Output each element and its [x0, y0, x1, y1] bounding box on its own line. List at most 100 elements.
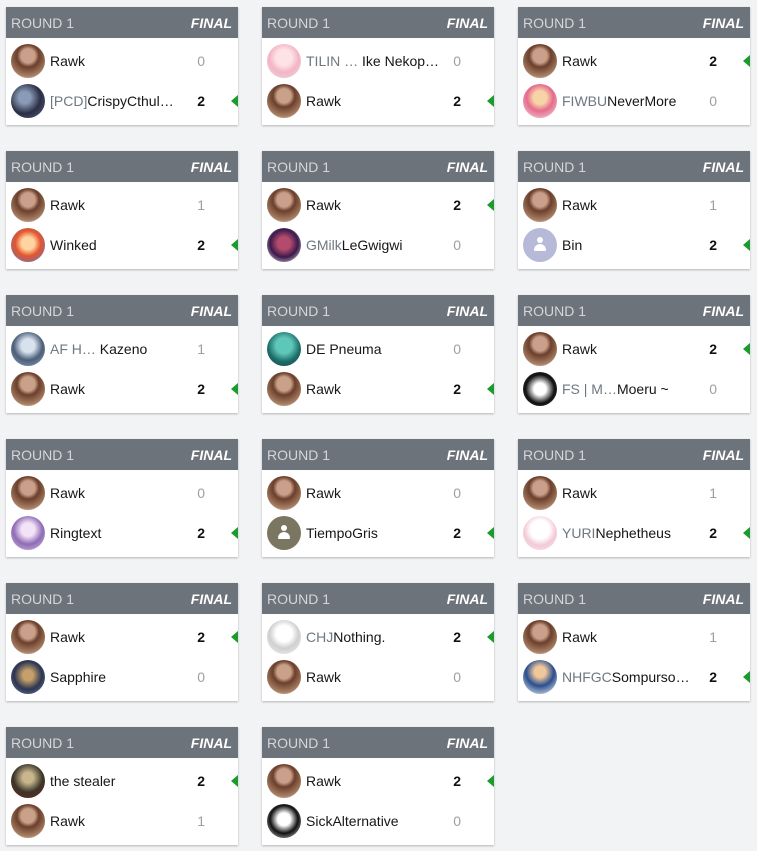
player-avatar — [523, 332, 557, 366]
player-row[interactable]: FS | M…Moeru ~ 0 — [518, 369, 750, 409]
player-row[interactable]: Ringtext 2 — [6, 513, 238, 553]
player-row[interactable]: Rawk 2 — [262, 185, 494, 225]
player-row[interactable]: YURINephetheus 2 — [518, 513, 750, 553]
player-row[interactable]: TILIN … Ike Nekop… 0 — [262, 41, 494, 81]
player-name: CHJNothing. — [306, 629, 441, 645]
player-gamertag: Rawk — [50, 629, 86, 645]
player-score: 2 — [453, 93, 461, 109]
player-row[interactable]: Rawk 2 — [6, 369, 238, 409]
match-card[interactable]: ROUND 1 FINAL DE Pneuma 0 Rawk 2 — [262, 295, 494, 413]
player-gamertag: Ike Nekop… — [362, 53, 440, 69]
player-avatar — [267, 84, 301, 118]
match-card[interactable]: ROUND 1 FINAL Rawk 2 Sapphire 0 — [6, 583, 238, 701]
player-row[interactable]: Rawk 0 — [6, 41, 238, 81]
match-status: FINAL — [446, 590, 488, 607]
match-status: FINAL — [190, 734, 232, 751]
player-name: FIWBUNeverMore — [562, 93, 697, 109]
match-card[interactable]: ROUND 1 FINAL Rawk 2 FIWBUNeverMore 0 — [518, 7, 750, 125]
player-row[interactable]: Rawk 1 — [518, 185, 750, 225]
match-card[interactable]: ROUND 1 FINAL Rawk 1 Bin 2 — [518, 151, 750, 269]
player-gamertag: Bin — [562, 237, 583, 253]
player-row[interactable]: the stealer 2 — [6, 761, 238, 801]
match-card[interactable]: ROUND 1 FINAL the stealer 2 Rawk 1 — [6, 727, 238, 845]
player-row[interactable]: [PCD]CrispyCthul… 2 — [6, 81, 238, 121]
player-row[interactable]: Rawk 1 — [518, 473, 750, 513]
match-card[interactable]: ROUND 1 FINAL Rawk 0 Ringtext 2 — [6, 439, 238, 557]
player-gamertag: Rawk — [306, 485, 342, 501]
player-score: 2 — [453, 381, 461, 397]
player-gamertag: Rawk — [306, 669, 342, 685]
match-card[interactable]: ROUND 1 FINAL Rawk 1 NHFGCSompurso… 2 — [518, 583, 750, 701]
player-score: 2 — [709, 669, 717, 685]
player-avatar — [11, 516, 45, 550]
match-card[interactable]: ROUND 1 FINAL TILIN … Ike Nekop… 0 Rawk 2 — [262, 7, 494, 125]
player-avatar — [523, 84, 557, 118]
player-gamertag: Rawk — [306, 381, 342, 397]
player-row[interactable]: Bin 2 — [518, 225, 750, 265]
match-card[interactable]: ROUND 1 FINAL Rawk 0 [PCD]CrispyCthul… 2 — [6, 7, 238, 125]
player-row[interactable]: GMilkLeGwigwi 0 — [262, 225, 494, 265]
winner-arrow-icon — [487, 775, 494, 787]
match-card[interactable]: ROUND 1 FINAL Rawk 1 YURINephetheus 2 — [518, 439, 750, 557]
player-gamertag: Moeru ~ — [616, 381, 669, 397]
player-row[interactable]: Rawk 2 — [518, 41, 750, 81]
player-row[interactable]: AF H… Kazeno 1 — [6, 329, 238, 369]
player-row[interactable]: Rawk 1 — [6, 185, 238, 225]
player-name: Bin — [562, 237, 697, 253]
match-card[interactable]: ROUND 1 FINAL Rawk 1 Winked 2 — [6, 151, 238, 269]
player-avatar — [267, 476, 301, 510]
winner-arrow-icon — [487, 95, 494, 107]
player-row[interactable]: Rawk 2 — [518, 329, 750, 369]
match-card[interactable]: ROUND 1 FINAL CHJNothing. 2 Rawk 0 — [262, 583, 494, 701]
player-row[interactable]: TiempoGris 2 — [262, 513, 494, 553]
winner-arrow-icon — [743, 55, 750, 67]
player-row[interactable]: Sapphire 0 — [6, 657, 238, 697]
player-name: Rawk — [50, 381, 185, 397]
match-card[interactable]: ROUND 1 FINAL Rawk 2 GMilkLeGwigwi 0 — [262, 151, 494, 269]
player-row[interactable]: CHJNothing. 2 — [262, 617, 494, 657]
match-header: ROUND 1 FINAL — [518, 295, 750, 326]
match-header: ROUND 1 FINAL — [262, 439, 494, 470]
player-row[interactable]: DE Pneuma 0 — [262, 329, 494, 369]
player-avatar — [11, 332, 45, 366]
player-score: 0 — [197, 669, 205, 685]
player-score: 0 — [709, 381, 717, 397]
match-header: ROUND 1 FINAL — [518, 583, 750, 614]
player-avatar — [523, 516, 557, 550]
player-tag: NHFGC — [562, 669, 612, 685]
match-card[interactable]: ROUND 1 FINAL AF H… Kazeno 1 Rawk 2 — [6, 295, 238, 413]
match-card[interactable]: ROUND 1 FINAL Rawk 0 TiempoGris 2 — [262, 439, 494, 557]
player-avatar — [267, 764, 301, 798]
match-status: FINAL — [446, 302, 488, 319]
player-gamertag: TiempoGris — [306, 525, 378, 541]
player-gamertag: Nothing. — [333, 629, 386, 645]
player-row[interactable]: Rawk 0 — [6, 473, 238, 513]
player-name: Rawk — [306, 197, 441, 213]
player-name: Rawk — [306, 381, 441, 397]
player-row[interactable]: Rawk 2 — [262, 369, 494, 409]
player-row[interactable]: FIWBUNeverMore 0 — [518, 81, 750, 121]
player-avatar — [267, 516, 301, 550]
player-gamertag: CrispyCthul… — [87, 93, 174, 109]
player-row[interactable]: Winked 2 — [6, 225, 238, 265]
player-name: Rawk — [562, 485, 697, 501]
player-avatar — [523, 620, 557, 654]
match-card[interactable]: ROUND 1 FINAL Rawk 2 SickAlternative 0 — [262, 727, 494, 845]
player-gamertag: Rawk — [562, 197, 598, 213]
player-row[interactable]: SickAlternative 0 — [262, 801, 494, 841]
player-row[interactable]: Rawk 2 — [262, 761, 494, 801]
player-row[interactable]: Rawk 0 — [262, 657, 494, 697]
match-card[interactable]: ROUND 1 FINAL Rawk 2 FS | M…Moeru ~ 0 — [518, 295, 750, 413]
player-row[interactable]: Rawk 0 — [262, 473, 494, 513]
player-row[interactable]: Rawk 2 — [6, 617, 238, 657]
player-row[interactable]: Rawk 2 — [262, 81, 494, 121]
player-row[interactable]: Rawk 1 — [518, 617, 750, 657]
match-header: ROUND 1 FINAL — [262, 295, 494, 326]
match-status: FINAL — [190, 14, 232, 31]
player-gamertag: LeGwigwi — [341, 237, 403, 253]
player-row[interactable]: Rawk 1 — [6, 801, 238, 841]
player-score: 2 — [709, 237, 717, 253]
player-avatar — [267, 804, 301, 838]
player-gamertag: Rawk — [306, 197, 342, 213]
player-row[interactable]: NHFGCSompurso… 2 — [518, 657, 750, 697]
